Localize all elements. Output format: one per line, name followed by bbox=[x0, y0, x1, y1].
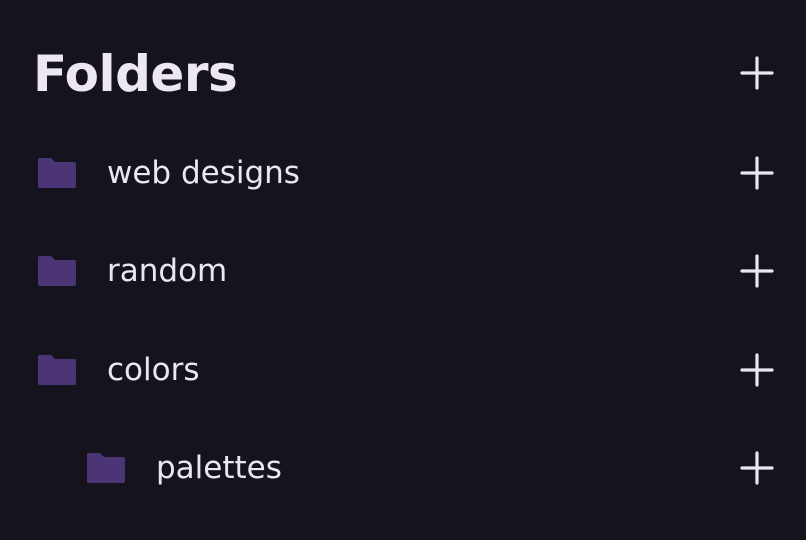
folder-label: palettes bbox=[156, 450, 282, 486]
folder-label: colors bbox=[107, 352, 200, 388]
folder-list: web designs random colors palettes bbox=[0, 0, 806, 540]
add-subfolder-button[interactable] bbox=[739, 450, 775, 486]
add-subfolder-button[interactable] bbox=[739, 253, 775, 289]
folder-item-random[interactable]: random bbox=[0, 242, 806, 298]
plus-icon bbox=[740, 254, 774, 288]
plus-icon bbox=[740, 451, 774, 485]
folder-icon bbox=[36, 254, 78, 288]
add-subfolder-button[interactable] bbox=[739, 352, 775, 388]
folder-label: web designs bbox=[107, 155, 300, 191]
folder-icon bbox=[85, 451, 127, 485]
folder-item-palettes[interactable]: palettes bbox=[0, 439, 806, 495]
folder-item-colors[interactable]: colors bbox=[0, 341, 806, 397]
folder-item-web-designs[interactable]: web designs bbox=[0, 144, 806, 200]
folders-panel: Folders web designs random colors palett… bbox=[0, 0, 806, 540]
folder-icon bbox=[36, 353, 78, 387]
add-subfolder-button[interactable] bbox=[739, 155, 775, 191]
folder-label: random bbox=[107, 253, 228, 289]
plus-icon bbox=[740, 156, 774, 190]
plus-icon bbox=[740, 353, 774, 387]
folder-icon bbox=[36, 156, 78, 190]
